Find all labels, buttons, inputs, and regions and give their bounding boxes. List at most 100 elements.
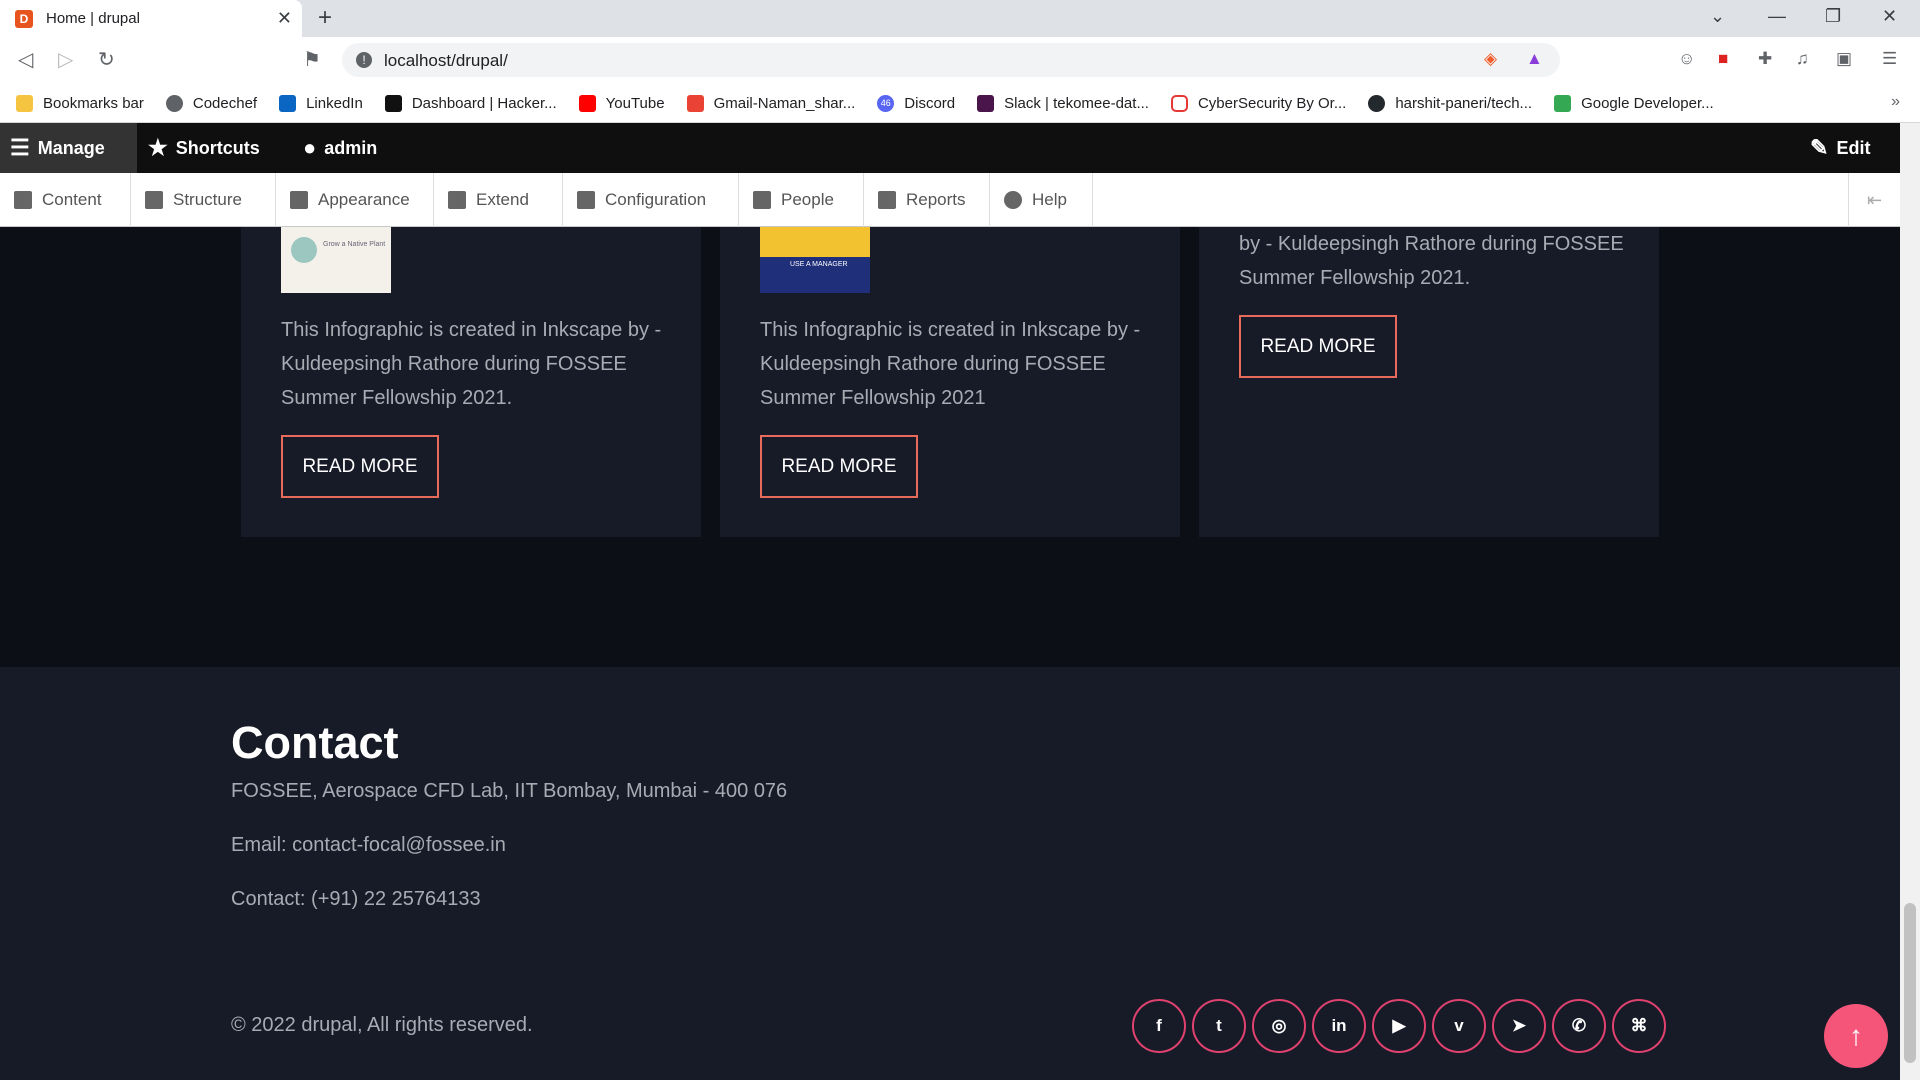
tray-content[interactable]: Content: [0, 173, 131, 227]
card-description: This Infographic is created in Inkscape …: [281, 319, 662, 409]
infographic-thumbnail[interactable]: USE A MANAGER: [760, 227, 870, 293]
telegram-icon[interactable]: ➤: [1492, 999, 1546, 1053]
address-bar[interactable]: ! localhost/drupal/: [342, 43, 1560, 77]
reload-icon[interactable]: ↻: [98, 47, 115, 72]
article-card: Grow a Native Plant This Infographic is …: [241, 227, 701, 537]
tab-strip: D Home | drupal ✕ + ⌄ — ❐ ✕: [0, 0, 1920, 37]
main-content: Grow a Native Plant This Infographic is …: [0, 227, 1900, 667]
tray-people[interactable]: People: [739, 173, 864, 227]
drupal-favicon-icon: D: [15, 9, 33, 28]
bar-chart-icon: [878, 191, 896, 209]
bookmark-folder[interactable]: Bookmarks bar: [16, 94, 144, 112]
globe-icon: [165, 94, 183, 112]
new-tab-icon[interactable]: +: [318, 4, 332, 32]
infographic-thumbnail[interactable]: Grow a Native Plant: [281, 227, 391, 293]
collapse-tray-icon[interactable]: ⇤: [1848, 173, 1900, 227]
read-more-button[interactable]: READ MORE: [1239, 315, 1397, 378]
contact-phone: Contact: (+91) 22 25764133: [231, 888, 481, 910]
bookmark-hackerrank[interactable]: Dashboard | Hacker...: [384, 94, 557, 112]
extension-avatar-icon[interactable]: ☺: [1678, 49, 1695, 69]
edit-button[interactable]: ✎ Edit: [1810, 123, 1870, 173]
bookmark-cybersecurity[interactable]: CyberSecurity By Or...: [1170, 94, 1346, 112]
brave-rewards-icon[interactable]: ▲: [1526, 49, 1543, 69]
wrench-icon: [577, 191, 595, 209]
linkedin-icon: [279, 94, 297, 112]
card-description: This Infographic is created in Inkscape …: [760, 319, 1141, 409]
minimize-icon[interactable]: —: [1768, 6, 1786, 27]
google-developers-icon: [1554, 94, 1572, 112]
read-more-button[interactable]: READ MORE: [281, 435, 439, 498]
linkedin-icon[interactable]: in: [1312, 999, 1366, 1053]
help-icon: [1004, 191, 1022, 209]
article-card: USE A MANAGER This Infographic is create…: [720, 227, 1180, 537]
whatsapp-icon[interactable]: ✆: [1552, 999, 1606, 1053]
structure-icon: [145, 191, 163, 209]
tray-configuration[interactable]: Configuration: [563, 173, 739, 227]
slack-icon: [977, 94, 995, 112]
puzzle-icon: [448, 191, 466, 209]
footer: Contact FOSSEE, Aerospace CFD Lab, IIT B…: [0, 667, 1900, 1080]
browser-tab[interactable]: D Home | drupal ✕: [0, 0, 302, 37]
menu-icon[interactable]: ☰: [1882, 49, 1897, 69]
tray-appearance[interactable]: Appearance: [276, 173, 434, 227]
youtube-icon[interactable]: ▶: [1372, 999, 1426, 1053]
bookmark-icon[interactable]: ⚑: [303, 47, 321, 72]
tray-reports[interactable]: Reports: [864, 173, 990, 227]
document-icon: [14, 191, 32, 209]
browser-toolbar: ◁ ▷ ↻ ⚑ ! localhost/drupal/ ◈ ▲ ☺ ■ ✚ ♫ …: [0, 37, 1920, 84]
article-card: by - Kuldeepsingh Rathore during FOSSEE …: [1199, 227, 1659, 537]
scrollbar-thumb[interactable]: [1904, 903, 1916, 1063]
scroll-to-top-button[interactable]: ↑: [1824, 1004, 1888, 1068]
close-tab-icon[interactable]: ✕: [277, 8, 292, 29]
card-description: by - Kuldeepsingh Rathore during FOSSEE …: [1239, 233, 1624, 289]
tab-search-icon[interactable]: ⌄: [1710, 6, 1725, 27]
bookmark-slack[interactable]: Slack | tekomee-dat...: [977, 94, 1149, 112]
more-bookmarks-icon[interactable]: »: [1891, 93, 1900, 111]
twitter-icon[interactable]: t: [1192, 999, 1246, 1053]
facebook-icon[interactable]: f: [1132, 999, 1186, 1053]
forward-icon[interactable]: ▷: [58, 47, 73, 72]
tab-title: Home | drupal: [46, 10, 140, 27]
bookmark-linkedin[interactable]: LinkedIn: [279, 94, 363, 112]
instagram-icon[interactable]: ◎: [1252, 999, 1306, 1053]
user-button[interactable]: ● admin: [303, 123, 377, 173]
bookmark-discord[interactable]: 46 Discord: [877, 94, 955, 112]
bookmark-github[interactable]: harshit-paneri/tech...: [1368, 94, 1532, 112]
tray-extend[interactable]: Extend: [434, 173, 563, 227]
bookmark-gmail[interactable]: Gmail-Naman_shar...: [686, 94, 855, 112]
admin-tray: Content Structure Appearance Extend Conf…: [0, 173, 1900, 227]
bookmark-codechef[interactable]: Codechef: [165, 94, 257, 112]
github-icon[interactable]: ⌘: [1612, 999, 1666, 1053]
wallet-icon[interactable]: ▣: [1836, 49, 1852, 69]
pdf-extension-icon[interactable]: ■: [1718, 49, 1728, 69]
page-scrollbar[interactable]: [1900, 123, 1920, 1080]
gmail-icon: [686, 94, 704, 112]
youtube-icon: [578, 94, 596, 112]
restore-icon[interactable]: ❐: [1825, 6, 1841, 27]
extensions-icon[interactable]: ✚: [1758, 49, 1772, 69]
vimeo-icon[interactable]: v: [1432, 999, 1486, 1053]
bookmark-google-developer[interactable]: Google Developer...: [1554, 94, 1714, 112]
tray-help[interactable]: Help: [990, 173, 1093, 227]
site-info-icon[interactable]: !: [356, 52, 372, 68]
contact-email: Email: contact-focal@fossee.in: [231, 834, 506, 856]
manage-button[interactable]: ☰ Manage: [0, 123, 137, 173]
hamburger-icon: ☰: [10, 135, 30, 160]
brave-shield-icon[interactable]: ◈: [1484, 49, 1497, 69]
tray-structure[interactable]: Structure: [131, 173, 276, 227]
media-icon[interactable]: ♫: [1796, 49, 1809, 69]
oracle-icon: [1170, 94, 1188, 112]
folder-icon: [16, 94, 33, 112]
bookmark-youtube[interactable]: YouTube: [578, 94, 665, 112]
hackerrank-icon: [384, 94, 402, 112]
window-close-icon[interactable]: ✕: [1882, 6, 1897, 27]
bookmarks-bar: Bookmarks bar Codechef LinkedIn Dashboar…: [0, 84, 1920, 123]
shortcuts-button[interactable]: ★ Shortcuts: [148, 123, 260, 173]
github-icon: [1368, 94, 1386, 112]
thumbnail-caption: USE A MANAGER: [790, 261, 848, 268]
brush-icon: [290, 191, 308, 209]
people-icon: [753, 191, 771, 209]
read-more-button[interactable]: READ MORE: [760, 435, 918, 498]
back-icon[interactable]: ◁: [18, 47, 33, 72]
contact-heading: Contact: [231, 717, 399, 768]
